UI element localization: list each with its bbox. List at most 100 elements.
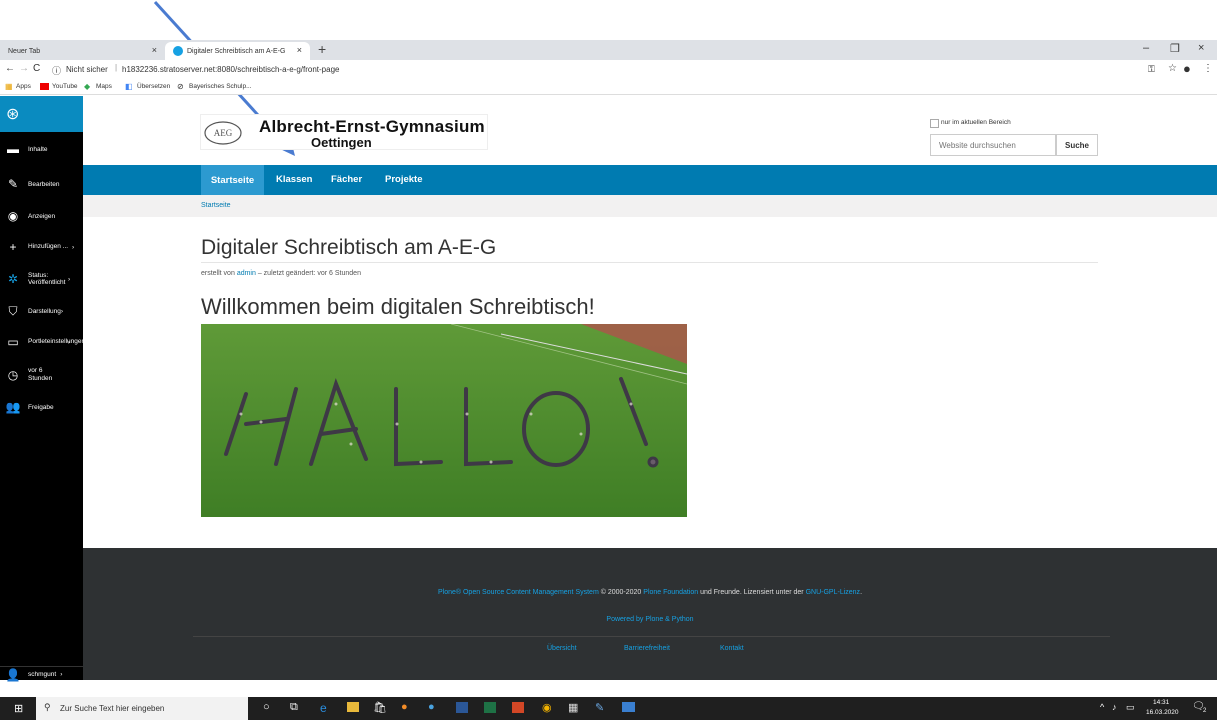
bookmark-youtube[interactable]: YouTube: [52, 83, 78, 90]
powered-by-link[interactable]: Powered by Plone & Python: [606, 616, 693, 623]
firefox-icon[interactable]: ●: [401, 701, 408, 713]
toolbar-item-hinzufuegen[interactable]: + Hinzufügen ... ›: [0, 236, 83, 258]
portlet-icon: ▭: [7, 335, 19, 349]
toolbar-label: Status: Veröffentlicht: [28, 272, 66, 286]
footer-link-barrierefreiheit[interactable]: Barrierefreiheit: [624, 645, 670, 652]
tab-new-tab[interactable]: Neuer Tab ×: [0, 42, 165, 60]
search-section-checkbox[interactable]: [930, 119, 939, 128]
page-title: Digitaler Schreibtisch am A-E-G: [201, 236, 497, 259]
restore-icon[interactable]: ❐: [1170, 42, 1180, 55]
calculator-icon[interactable]: ▦: [568, 701, 578, 714]
plone-logo-icon: ⊛: [6, 106, 20, 123]
plone-logo-area[interactable]: ⊛: [0, 96, 83, 132]
reload-icon[interactable]: C: [33, 63, 40, 74]
feather-icon[interactable]: ✎: [595, 701, 604, 714]
footer-link-kontakt[interactable]: Kontakt: [720, 645, 744, 652]
site-footer: Plone® Open Source Content Management Sy…: [83, 548, 1217, 680]
star-icon[interactable]: ☆: [1168, 63, 1177, 74]
byline-prefix: erstellt von: [201, 270, 235, 277]
search-button[interactable]: Suche: [1056, 134, 1098, 156]
tab-title: Digitaler Schreibtisch am A-E-G: [187, 47, 286, 55]
address-bar-row: ← → C ⓘ Nicht sicher | h1832236.stratose…: [0, 60, 1217, 80]
site-logo[interactable]: AEG Albrecht-Ernst-Gymnasium Oettingen: [200, 114, 488, 150]
file-explorer-icon[interactable]: [347, 702, 359, 712]
powerpoint-icon[interactable]: [512, 702, 524, 713]
thunderbird-icon[interactable]: ●: [428, 701, 435, 713]
browser-tab-bar: Neuer Tab × Digitaler Schreibtisch am A-…: [0, 40, 1217, 60]
display-icon: ⛉: [8, 303, 18, 318]
windows-start-icon[interactable]: ⊞: [14, 702, 23, 715]
footer-copyright: © 2000-2020: [600, 589, 642, 596]
toolbar-item-anzeigen[interactable]: ◉ Anzeigen: [0, 207, 83, 225]
toolbar-item-bearbeiten[interactable]: ✎ Bearbeiten: [0, 175, 83, 193]
toolbar-label: Anzeigen: [28, 212, 56, 220]
chrome-icon[interactable]: ◉: [542, 701, 552, 714]
toolbar-label: vor 6 Stunden: [28, 367, 53, 382]
word-icon[interactable]: [456, 702, 468, 713]
excel-icon[interactable]: [484, 702, 496, 713]
toolbar-item-inhalte[interactable]: ▬ Inhalte: [0, 140, 83, 158]
cortana-icon[interactable]: ○: [263, 701, 270, 713]
minimize-icon[interactable]: –: [1143, 42, 1149, 54]
taskbar-search[interactable]: ⚲ Zur Suche Text hier eingeben: [36, 697, 248, 720]
plus-icon: +: [9, 240, 17, 254]
gpl-license-link[interactable]: GNU-GPL-Lizenz: [806, 589, 860, 596]
network-icon[interactable]: ▭: [1126, 702, 1135, 713]
key-icon[interactable]: ⚿: [1148, 64, 1155, 75]
clock-date[interactable]: 16.03.2020: [1146, 709, 1179, 716]
back-icon[interactable]: ←: [5, 63, 15, 74]
plone-foundation-link[interactable]: Plone Foundation: [643, 589, 698, 596]
toolbar-item-status[interactable]: ✲ Status: Veröffentlicht ›: [0, 266, 83, 292]
toolbar-item-darstellung[interactable]: ⛉ Darstellung ›: [0, 302, 83, 320]
byline-author-link[interactable]: admin: [237, 270, 256, 277]
menu-icon[interactable]: ⋮: [1203, 63, 1213, 74]
tab-active[interactable]: Digitaler Schreibtisch am A-E-G ×: [165, 42, 310, 60]
user-name: schmgunt: [28, 671, 57, 678]
nav-item-faecher[interactable]: Fächer: [331, 174, 362, 185]
info-icon[interactable]: ⓘ: [52, 64, 61, 77]
toolbar-label: Portleteinstellungen: [28, 338, 86, 345]
url-text[interactable]: h1832236.stratoserver.net:8080/schreibti…: [122, 65, 339, 74]
nav-item-startseite[interactable]: Startseite: [201, 165, 264, 195]
volume-icon[interactable]: ♪: [1112, 702, 1117, 712]
forward-icon[interactable]: →: [19, 63, 29, 74]
edge-icon[interactable]: e: [320, 701, 327, 715]
toolbar-label: Freigabe: [28, 403, 54, 411]
breadcrumb: Startseite: [83, 195, 1217, 217]
plone-link[interactable]: Plone® Open Source Content Management Sy…: [438, 589, 599, 596]
task-view-icon[interactable]: ⧉: [290, 701, 298, 714]
chevron-right-icon: ›: [60, 671, 63, 678]
toolbar-item-freigabe[interactable]: 👥 Freigabe: [0, 398, 83, 416]
profile-icon[interactable]: ●: [1183, 61, 1191, 76]
svg-text:AEG: AEG: [214, 128, 233, 138]
breadcrumb-home[interactable]: Startseite: [201, 202, 231, 209]
new-tab-plus-icon[interactable]: +: [318, 41, 326, 57]
close-icon[interactable]: ×: [152, 45, 157, 55]
bookmark-schulportal[interactable]: Bayerisches Schulp...: [189, 83, 252, 90]
bookmark-maps[interactable]: Maps: [96, 83, 112, 90]
aeg-logo-icon: AEG: [204, 121, 242, 145]
toolbar-item-portlets[interactable]: ▭ Portleteinstellungen ›: [0, 331, 86, 353]
toolbar-label: Darstellung: [28, 307, 61, 315]
clock-time[interactable]: 14:31: [1153, 699, 1169, 706]
chevron-right-icon: ›: [60, 307, 64, 315]
footer-divider: [193, 636, 1110, 637]
search-checkbox-label: nur im aktuellen Bereich: [941, 119, 1011, 126]
nav-item-projekte[interactable]: Projekte: [385, 174, 423, 185]
toolbar-user[interactable]: 👤 schmgunt ›: [0, 666, 83, 682]
tray-chevron-icon[interactable]: ^: [1100, 702, 1104, 712]
toolbar-label: Inhalte: [28, 145, 48, 153]
footer-link-uebersicht[interactable]: Übersicht: [547, 645, 577, 652]
mail-icon[interactable]: [622, 702, 635, 712]
store-icon[interactable]: 🛍: [373, 701, 387, 714]
chevron-right-icon: ›: [68, 338, 71, 346]
toolbar-item-history[interactable]: ◷ vor 6 Stunden: [0, 365, 83, 385]
close-icon[interactable]: ×: [297, 45, 302, 55]
bookmark-apps[interactable]: Apps: [16, 83, 31, 90]
close-window-icon[interactable]: ×: [1198, 42, 1204, 54]
taskbar-search-placeholder: Zur Suche Text hier eingeben: [60, 704, 165, 713]
search-input[interactable]: [930, 134, 1056, 156]
bookmarks-bar: ▦ Apps YouTube ◆ Maps ◧ Übersetzen ⊘ Bay…: [0, 80, 1217, 95]
nav-item-klassen[interactable]: Klassen: [276, 174, 312, 185]
bookmark-uebersetzen[interactable]: Übersetzen: [137, 83, 170, 90]
